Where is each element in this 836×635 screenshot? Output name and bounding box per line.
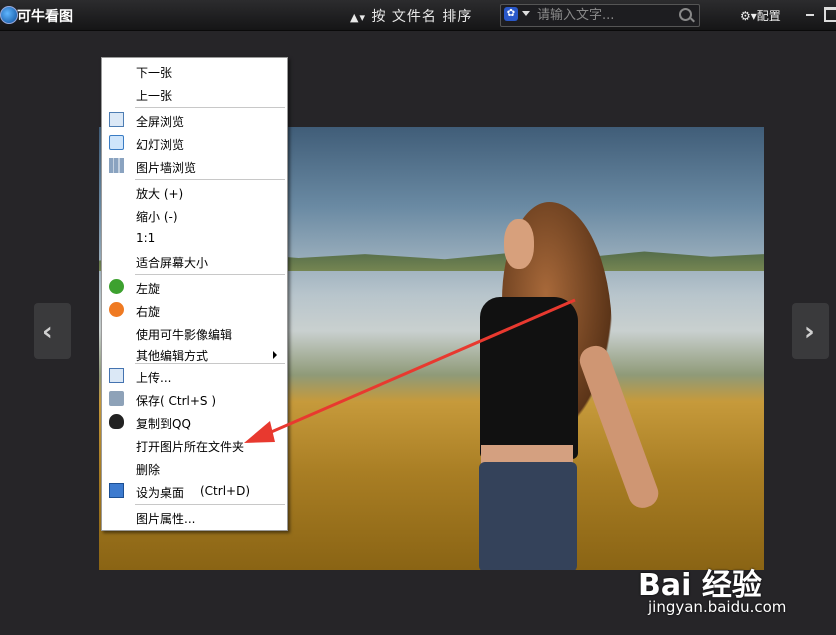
watermark-url: jingyan.baidu.com: [648, 598, 787, 616]
annotation-arrow: [244, 298, 576, 443]
